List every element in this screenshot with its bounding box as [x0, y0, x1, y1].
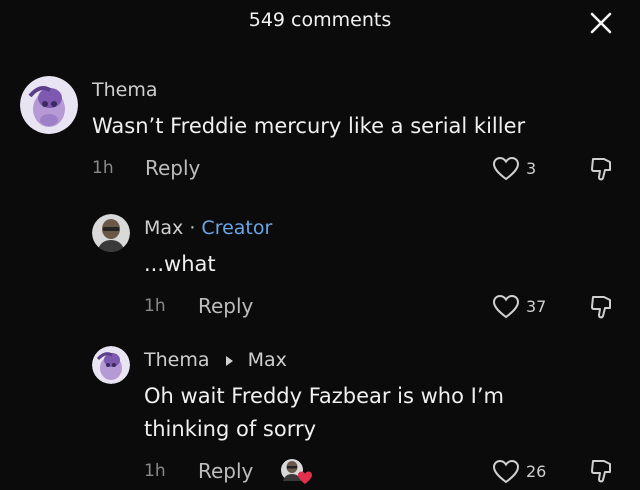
comment-text-line: Oh wait Freddy Fazbear is who I’m — [144, 384, 504, 408]
dislike-button[interactable] — [590, 294, 614, 324]
comment-author: Thema Max — [144, 349, 287, 371]
close-button[interactable] — [586, 8, 616, 38]
comment-author[interactable]: Thema — [92, 79, 158, 101]
avatar-thema[interactable] — [92, 346, 130, 384]
dislike-button[interactable] — [590, 156, 614, 186]
comment-time: 1h — [144, 296, 166, 316]
comment-text: ...what — [144, 252, 216, 276]
like-button[interactable]: 37 — [492, 294, 546, 319]
creator-badge: Creator — [201, 217, 273, 239]
thumbs-down-icon[interactable] — [590, 294, 614, 320]
thumbs-down-icon[interactable] — [590, 156, 614, 182]
author-name[interactable]: Thema — [144, 349, 210, 371]
reply-button[interactable]: Reply — [198, 459, 253, 483]
author-name[interactable]: Max — [144, 217, 183, 239]
like-count: 26 — [526, 462, 547, 481]
avatar-max[interactable] — [92, 214, 130, 252]
like-count: 3 — [526, 159, 537, 178]
avatar-thema[interactable] — [20, 76, 78, 134]
comment-time: 1h — [92, 158, 114, 178]
comment-text-line: thinking of sorry — [144, 417, 317, 441]
thumbs-down-icon[interactable] — [590, 458, 614, 484]
close-icon[interactable] — [589, 11, 613, 35]
reply-button[interactable]: Reply — [145, 156, 200, 180]
comment-text: Wasn’t Freddie mercury like a serial kil… — [92, 114, 526, 138]
like-button[interactable]: 26 — [492, 459, 546, 484]
separator-dot: · — [189, 217, 196, 239]
heart-icon[interactable] — [492, 156, 520, 181]
comment-author: Max · Creator — [144, 217, 272, 239]
liked-by-creator-icon — [281, 459, 312, 484]
reply-button[interactable]: Reply — [198, 294, 253, 318]
like-button[interactable]: 3 — [492, 156, 536, 181]
liked-by-creator-badge — [280, 458, 312, 484]
comments-count-title: 549 comments — [248, 9, 392, 31]
heart-icon[interactable] — [492, 459, 520, 484]
comment-text: Oh wait Freddy Fazbear is who I’m thinki… — [144, 380, 504, 446]
reply-arrow-icon — [225, 355, 233, 366]
like-count: 37 — [526, 297, 547, 316]
heart-icon[interactable] — [492, 294, 520, 319]
reply-to-name[interactable]: Max — [248, 349, 287, 371]
comment-time: 1h — [144, 461, 166, 481]
